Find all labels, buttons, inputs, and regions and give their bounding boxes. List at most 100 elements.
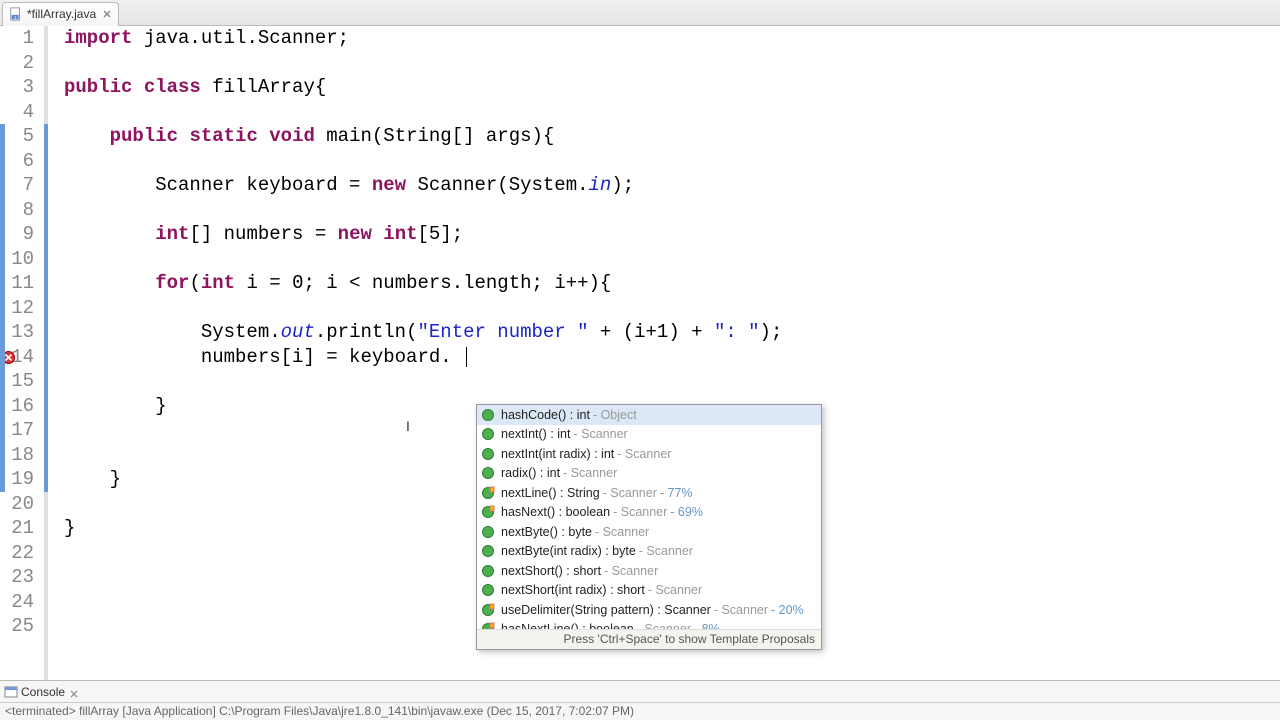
code-line[interactable] [64,296,1280,321]
console-panel: Console <terminated> fillArray [Java App… [0,680,1280,720]
tab-filename: *fillArray.java [27,7,96,21]
console-status-line: <terminated> fillArray [Java Application… [0,703,1280,719]
autocomplete-signature: hasNextLine() : boolean [501,622,634,629]
line-number: 15 [0,369,34,394]
autocomplete-item[interactable]: useDelimiter(String pattern) : Scanner -… [477,600,821,620]
line-number: 3 [0,75,34,100]
line-number: 20 [0,492,34,517]
line-number: 2 [0,51,34,76]
line-number: 12 [0,296,34,321]
autocomplete-declaring-type: - Scanner [617,447,671,461]
method-icon [481,583,495,597]
autocomplete-item[interactable]: hashCode() : int - Object [477,405,821,425]
code-line[interactable]: Scanner keyboard = new Scanner(System.in… [64,173,1280,198]
console-tab-label: Console [21,685,65,699]
method-stat-icon [481,603,495,617]
line-number: 9 [0,222,34,247]
console-icon [4,685,18,699]
console-tab-close[interactable] [70,687,80,697]
line-number: 22 [0,541,34,566]
autocomplete-relevance: - 20% [771,603,804,617]
code-line[interactable]: for(int i = 0; i < numbers.length; i++){ [64,271,1280,296]
autocomplete-item[interactable]: nextByte(int radix) : byte - Scanner [477,542,821,562]
line-number: 16 [0,394,34,419]
autocomplete-list[interactable]: hashCode() : int - ObjectnextInt() : int… [477,405,821,629]
line-number: 24 [0,590,34,615]
code-line[interactable]: public class fillArray{ [64,75,1280,100]
line-number: 13 [0,320,34,345]
code-line[interactable] [64,369,1280,394]
fold-ruler-highlight [44,124,48,492]
line-number: 23 [0,565,34,590]
line-number: 25 [0,614,34,639]
line-number: 5 [0,124,34,149]
method-icon [481,466,495,480]
line-number: 21 [0,516,34,541]
autocomplete-declaring-type: - Scanner [573,427,627,441]
autocomplete-declaring-type: - Scanner [603,486,657,500]
method-icon [481,408,495,422]
autocomplete-signature: nextByte(int radix) : byte [501,544,636,558]
line-number: 8 [0,198,34,223]
method-stat-icon [481,486,495,500]
method-icon [481,427,495,441]
autocomplete-item[interactable]: hasNextLine() : boolean - Scanner - 8% [477,620,821,630]
autocomplete-declaring-type: - Scanner [563,466,617,480]
code-line[interactable] [64,149,1280,174]
autocomplete-hint: Press 'Ctrl+Space' to show Template Prop… [477,629,821,649]
method-icon [481,564,495,578]
line-number-gutter: 1234567891011121314151617181920212223242… [0,26,44,680]
autocomplete-item[interactable]: nextShort() : short - Scanner [477,561,821,581]
autocomplete-declaring-type: - Scanner [595,525,649,539]
line-number: 17 [0,418,34,443]
code-line[interactable] [64,247,1280,272]
code-line[interactable] [64,198,1280,223]
close-tab-button[interactable] [101,9,112,20]
autocomplete-signature: nextInt(int radix) : int [501,447,614,461]
method-stat-icon [481,622,495,629]
autocomplete-declaring-type: - Scanner [714,603,768,617]
method-stat-icon [481,505,495,519]
method-icon [481,447,495,461]
code-line[interactable]: System.out.println("Enter number " + (i+… [64,320,1280,345]
autocomplete-relevance: - 8% [694,622,720,629]
text-caret-glyph: I [406,418,408,436]
console-tab[interactable]: Console [0,682,84,702]
code-line[interactable]: int[] numbers = new int[5]; [64,222,1280,247]
line-number: 1 [0,26,34,51]
line-number: 10 [0,247,34,272]
autocomplete-signature: nextShort() : short [501,564,601,578]
autocomplete-declaring-type: - Object [593,408,637,422]
autocomplete-item[interactable]: nextInt(int radix) : int - Scanner [477,444,821,464]
autocomplete-item[interactable]: nextLine() : String - Scanner - 77% [477,483,821,503]
text-cursor [466,347,467,367]
svg-text:J: J [14,15,16,20]
line-number: 14 [0,345,34,370]
autocomplete-item[interactable]: nextByte() : byte - Scanner [477,522,821,542]
line-number: 7 [0,173,34,198]
autocomplete-item[interactable]: hasNext() : boolean - Scanner - 69% [477,503,821,523]
java-file-icon: J [9,7,23,21]
method-icon [481,544,495,558]
code-line[interactable] [64,100,1280,125]
autocomplete-declaring-type: - Scanner [604,564,658,578]
code-line[interactable] [64,51,1280,76]
code-line[interactable]: public static void main(String[] args){ [64,124,1280,149]
content-assist-popup[interactable]: hashCode() : int - ObjectnextInt() : int… [476,404,822,650]
autocomplete-signature: nextByte() : byte [501,525,592,539]
code-line[interactable]: numbers[i] = keyboard. [64,345,1280,370]
autocomplete-item[interactable]: nextInt() : int - Scanner [477,425,821,445]
autocomplete-item[interactable]: radix() : int - Scanner [477,464,821,484]
autocomplete-relevance: - 69% [670,505,703,519]
autocomplete-declaring-type: - Scanner [637,622,691,629]
file-tab[interactable]: J *fillArray.java [2,2,119,26]
code-line[interactable]: import java.util.Scanner; [64,26,1280,51]
autocomplete-item[interactable]: nextShort(int radix) : short - Scanner [477,581,821,601]
code-editor[interactable]: 1234567891011121314151617181920212223242… [0,26,1280,680]
line-number: 4 [0,100,34,125]
autocomplete-declaring-type: - Scanner [639,544,693,558]
method-icon [481,525,495,539]
line-number: 11 [0,271,34,296]
change-marker-strip [0,124,5,492]
autocomplete-declaring-type: - Scanner [613,505,667,519]
